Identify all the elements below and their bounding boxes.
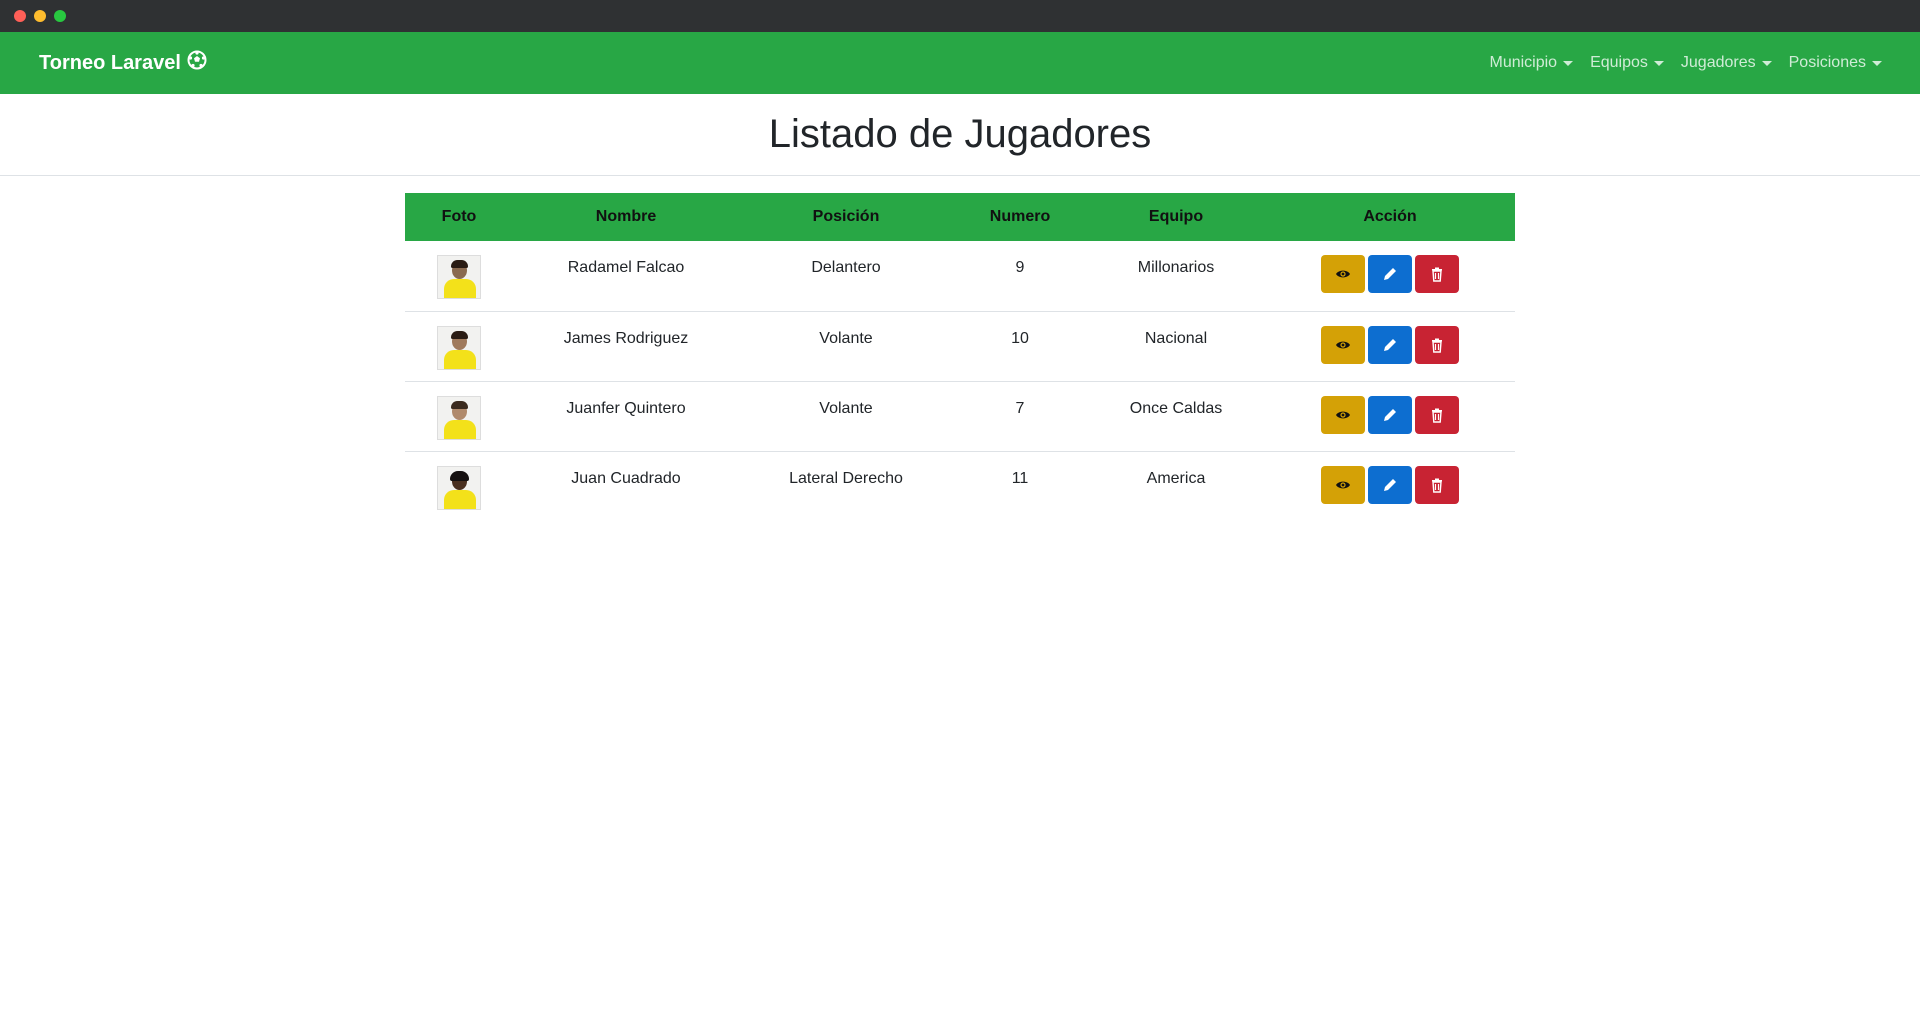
window-titlebar (0, 0, 1920, 32)
table-row: Juanfer Quintero Volante 7 Once Caldas (405, 381, 1515, 452)
brand-label: Torneo Laravel (39, 51, 181, 74)
edit-button[interactable] (1368, 255, 1412, 293)
cell-accion (1265, 381, 1515, 452)
window-close-button[interactable] (14, 10, 26, 22)
cell-numero: 10 (953, 311, 1087, 382)
soccer-ball-icon (187, 50, 207, 76)
cell-equipo: Millonarios (1087, 241, 1265, 312)
cell-numero: 9 (953, 241, 1087, 312)
window-maximize-button[interactable] (54, 10, 66, 22)
cell-foto (405, 311, 513, 382)
delete-button[interactable] (1415, 465, 1459, 504)
cell-equipo: America (1146, 469, 1206, 487)
cell-accion (1265, 241, 1515, 312)
table-row: James Rodriguez Volante 10 Nacional (405, 311, 1515, 382)
cell-foto (405, 381, 513, 452)
table-row: Juan Cuadrado Lateral Derecho 11 America (405, 451, 1515, 521)
page-header: Listado de Jugadores (0, 94, 1920, 176)
players-table: Foto Nombre Posición Numero Equipo Acció… (405, 193, 1515, 521)
cell-nombre: Radamel Falcao (513, 241, 739, 312)
cell-nombre: Juanfer Quintero (513, 381, 739, 452)
players-table-container: Foto Nombre Posición Numero Equipo Acció… (405, 193, 1515, 521)
view-button[interactable] (1321, 465, 1365, 504)
pencil-icon (1384, 268, 1396, 280)
pencil-icon (1384, 408, 1396, 421)
cell-accion (1265, 311, 1515, 382)
window-minimize-button[interactable] (34, 10, 46, 22)
header-foto: Foto (405, 193, 513, 241)
edit-button[interactable] (1368, 395, 1412, 434)
delete-button[interactable] (1415, 255, 1459, 293)
header-equipo: Equipo (1087, 193, 1265, 241)
delete-button[interactable] (1415, 325, 1459, 364)
table-header-row: Foto Nombre Posición Numero Equipo Acció… (405, 193, 1515, 241)
navbar: Torneo Laravel Municipio Equipos Jugador… (0, 32, 1920, 94)
cell-nombre: James Rodriguez (513, 311, 739, 382)
header-accion: Acción (1265, 193, 1515, 241)
view-button[interactable] (1321, 325, 1365, 364)
player-photo (437, 255, 481, 299)
view-button[interactable] (1321, 395, 1365, 434)
trash-icon (1432, 267, 1442, 282)
table-row: Radamel Falcao Delantero 9 Millonarios (405, 241, 1515, 312)
nav-posiciones-label: Posiciones (1788, 54, 1866, 71)
edit-button[interactable] (1368, 465, 1412, 504)
cell-foto (405, 451, 513, 521)
cell-numero: 11 (1011, 469, 1029, 487)
eye-icon (1336, 411, 1350, 418)
player-photo (437, 395, 481, 440)
cell-accion (1265, 451, 1515, 521)
navbar-menu: Municipio Equipos Jugadores Posiciones (1489, 54, 1882, 72)
delete-button[interactable] (1415, 395, 1459, 434)
player-photo (437, 465, 481, 510)
caret-down-icon (1563, 60, 1574, 66)
cell-nombre: Juan Cuadrado (571, 469, 681, 487)
pencil-icon (1384, 478, 1396, 491)
page-title: Listado de Jugadores (768, 112, 1152, 156)
cell-numero: 7 (953, 381, 1087, 452)
header-posicion: Posición (739, 193, 953, 241)
pencil-icon (1384, 338, 1396, 351)
trash-icon (1432, 478, 1442, 493)
cell-equipo: Once Caldas (1087, 381, 1265, 452)
nav-posiciones-dropdown[interactable]: Posiciones (1789, 54, 1882, 72)
cell-posicion: Delantero (739, 241, 953, 312)
caret-down-icon (1653, 60, 1664, 66)
nav-municipio-dropdown[interactable]: Municipio (1489, 54, 1574, 72)
trash-icon (1432, 338, 1442, 353)
header-nombre: Nombre (513, 193, 739, 241)
eye-icon (1336, 270, 1350, 278)
navbar-brand[interactable]: Torneo Laravel (39, 50, 207, 76)
caret-down-icon (1872, 60, 1882, 66)
cell-posicion: Volante (739, 311, 953, 382)
cell-equipo: Nacional (1087, 311, 1265, 382)
cell-foto (405, 241, 513, 312)
trash-icon (1432, 408, 1442, 423)
edit-button[interactable] (1368, 325, 1412, 364)
nav-jugadores-label: Jugadores (1680, 54, 1756, 71)
header-numero: Numero (953, 193, 1087, 241)
nav-jugadores-dropdown[interactable]: Jugadores (1681, 54, 1772, 72)
player-photo (437, 325, 481, 370)
eye-icon (1336, 341, 1350, 348)
nav-municipio-label: Municipio (1489, 54, 1558, 71)
caret-down-icon (1761, 60, 1772, 66)
view-button[interactable] (1321, 255, 1365, 293)
cell-posicion: Lateral Derecho (789, 469, 903, 487)
cell-posicion: Volante (739, 381, 953, 452)
eye-icon (1336, 481, 1350, 488)
nav-equipos-dropdown[interactable]: Equipos (1590, 54, 1664, 72)
nav-equipos-label: Equipos (1590, 54, 1648, 71)
